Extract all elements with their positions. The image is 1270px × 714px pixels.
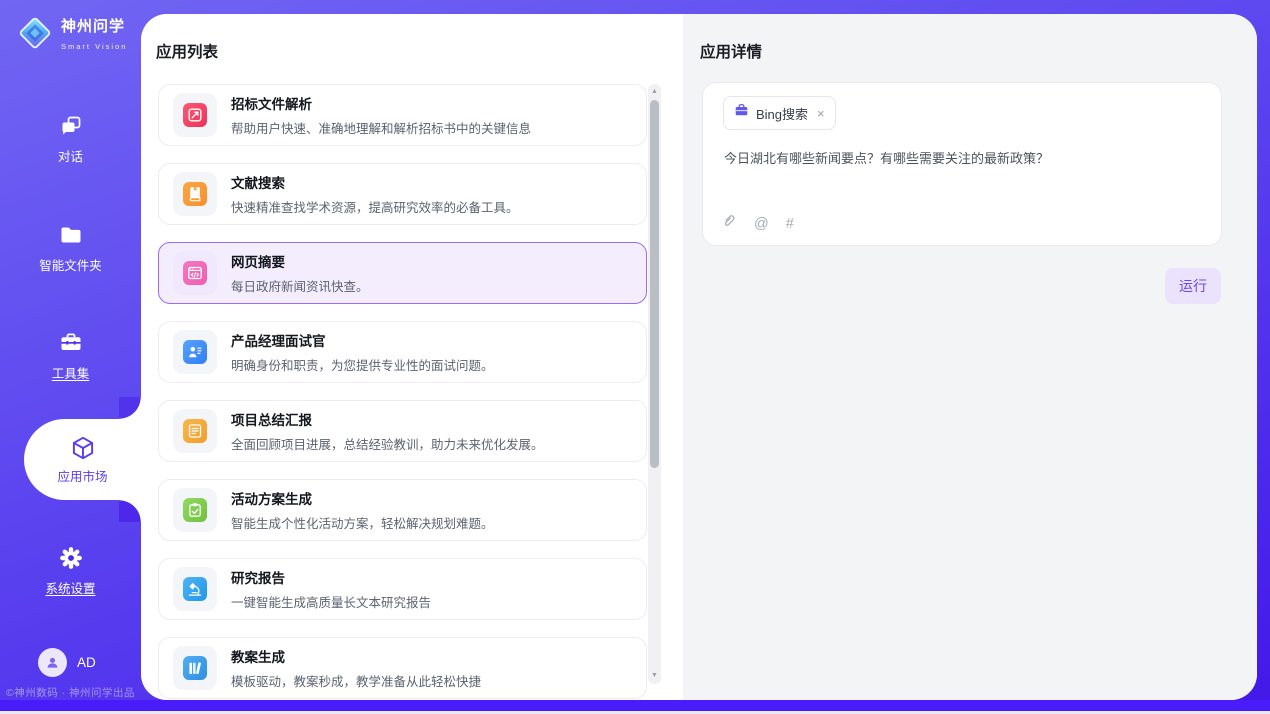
query-text[interactable]: 今日湖北有哪些新闻要点？有哪些需要关注的最新政策？ xyxy=(724,149,1201,168)
brand-logo: 神州问学 Smart Vision xyxy=(16,14,141,57)
app-list-item[interactable]: 产品经理面试官明确身份和职责，为您提供专业性的面试问题。 xyxy=(158,321,647,383)
scrollbar-thumb[interactable] xyxy=(650,100,659,468)
app-list-item[interactable]: 活动方案生成智能生成个性化活动方案，轻松解决规划难题。 xyxy=(158,479,647,541)
app-desc: 模板驱动，教案秒成，教学准备从此轻松快捷 xyxy=(231,671,481,690)
user-account[interactable]: AD xyxy=(38,648,96,677)
sidebar-item-folders[interactable]: 智能文件夹 xyxy=(0,221,141,274)
microscope-icon xyxy=(183,577,207,601)
sidebar-item-label: 对话 xyxy=(0,146,141,165)
app-icon-container xyxy=(173,251,217,295)
pill-curve-top xyxy=(119,397,141,419)
sidebar-item-label: 应用市场 xyxy=(24,466,141,485)
main-surface: 应用列表 招标文件解析帮助用户快速、准确地理解和解析招标书中的关键信息文献搜索快… xyxy=(141,14,1257,700)
brand-subtitle: Smart Vision xyxy=(61,42,127,51)
app-title: 产品经理面试官 xyxy=(231,330,494,350)
app-icon-container xyxy=(173,330,217,374)
app-icon-container xyxy=(173,409,217,453)
brand-name: 神州问学 xyxy=(61,18,125,35)
app-detail-panel: 应用详情 Bing搜索 × 今日湖北有哪些新闻要点？有哪些需要关注的最新政策？ xyxy=(683,14,1257,700)
run-button[interactable]: 运行 xyxy=(1165,268,1221,304)
app-detail-title: 应用详情 xyxy=(700,40,762,62)
sidebar-item-chat[interactable]: 对话 xyxy=(0,112,141,165)
attachment-toolbar: @ # xyxy=(722,214,794,233)
interviewer-icon xyxy=(183,340,207,364)
app-list-item[interactable]: 网页摘要每日政府新闻资讯快查。 xyxy=(158,242,647,304)
sidebar-item-label: 智能文件夹 xyxy=(0,255,141,274)
app-desc: 每日政府新闻资讯快查。 xyxy=(231,276,369,295)
app-list-item[interactable]: 教案生成模板驱动，教案秒成，教学准备从此轻松快捷 xyxy=(158,637,647,699)
app-title: 教案生成 xyxy=(231,646,481,666)
app-desc: 全面回顾项目进展，总结经验教训，助力未来优化发展。 xyxy=(231,434,544,453)
app-list-item[interactable]: 文献搜索快速精准查找学术资源，提高研究效率的必备工具。 xyxy=(158,163,647,225)
sidebar: 神州问学 Smart Vision 对话智能文件夹工具集应用市场系统设置 AD … xyxy=(0,0,141,700)
chat-icon xyxy=(0,112,141,140)
paperclip-icon[interactable] xyxy=(722,214,737,233)
scroll-down-icon[interactable]: ▼ xyxy=(648,670,661,682)
bottom-strip xyxy=(0,700,1270,711)
sidebar-item-label: 工具集 xyxy=(0,363,141,382)
query-card[interactable]: Bing搜索 × 今日湖北有哪些新闻要点？有哪些需要关注的最新政策？ @ # xyxy=(702,82,1222,246)
hash-icon[interactable]: # xyxy=(786,216,794,232)
app-desc: 快速精准查找学术资源，提高研究效率的必备工具。 xyxy=(231,197,519,216)
tool-chip-bing-search[interactable]: Bing搜索 × xyxy=(723,96,836,130)
folder-icon xyxy=(0,221,141,249)
tool-chip-label: Bing搜索 xyxy=(756,104,808,123)
app-desc: 一键智能生成高质量长文本研究报告 xyxy=(231,592,431,611)
app-list-item[interactable]: 项目总结汇报全面回顾项目进展，总结经验教训，助力未来优化发展。 xyxy=(158,400,647,462)
app-title: 研究报告 xyxy=(231,567,431,587)
app-icon-container xyxy=(173,567,217,611)
app-title: 活动方案生成 xyxy=(231,488,494,508)
sidebar-item-settings[interactable]: 系统设置 xyxy=(0,544,141,597)
app-title: 文献搜索 xyxy=(231,172,519,192)
copyright-text: ©神州数码 · 神州问学出品 xyxy=(0,685,141,700)
app-desc: 明确身份和职责，为您提供专业性的面试问题。 xyxy=(231,355,494,374)
avatar xyxy=(38,648,67,677)
app-list-item[interactable]: 招标文件解析帮助用户快速、准确地理解和解析招标书中的关键信息 xyxy=(158,84,647,146)
app-title: 项目总结汇报 xyxy=(231,409,544,429)
app-icon-container xyxy=(173,488,217,532)
scrollbar[interactable]: ▲ ▼ xyxy=(648,84,661,684)
user-name: AD xyxy=(77,655,96,670)
browser-code-icon xyxy=(183,261,207,285)
app-list-title: 应用列表 xyxy=(156,40,218,62)
briefcase-icon xyxy=(734,103,749,123)
sidebar-item-app-market[interactable]: 应用市场 xyxy=(24,419,141,500)
at-icon[interactable]: @ xyxy=(754,216,769,232)
app-icon-container xyxy=(173,646,217,690)
clipboard-check-icon xyxy=(183,498,207,522)
app-list: 招标文件解析帮助用户快速、准确地理解和解析招标书中的关键信息文献搜索快速精准查找… xyxy=(158,84,647,700)
app-title: 网页摘要 xyxy=(231,251,369,271)
cube-icon xyxy=(24,433,141,463)
app-icon-container xyxy=(173,172,217,216)
app-desc: 智能生成个性化活动方案，轻松解决规划难题。 xyxy=(231,513,494,532)
app-desc: 帮助用户快速、准确地理解和解析招标书中的关键信息 xyxy=(231,118,531,137)
sidebar-item-toolset[interactable]: 工具集 xyxy=(0,329,141,382)
app-icon-container xyxy=(173,93,217,137)
note-icon xyxy=(183,419,207,443)
gear-icon xyxy=(0,544,141,572)
scroll-up-icon[interactable]: ▲ xyxy=(648,86,661,98)
app-title: 招标文件解析 xyxy=(231,93,531,113)
app-list-panel: 应用列表 招标文件解析帮助用户快速、准确地理解和解析招标书中的关键信息文献搜索快… xyxy=(141,14,683,700)
pill-curve-bottom xyxy=(119,500,141,522)
book-icon xyxy=(183,182,207,206)
close-icon[interactable]: × xyxy=(817,106,825,121)
pen-square-icon xyxy=(183,103,207,127)
books-icon xyxy=(183,656,207,680)
toolbox-icon xyxy=(0,329,141,357)
sidebar-item-label: 系统设置 xyxy=(0,578,141,597)
app-list-item[interactable]: 研究报告一键智能生成高质量长文本研究报告 xyxy=(158,558,647,620)
diamond-logo-icon xyxy=(16,14,54,57)
